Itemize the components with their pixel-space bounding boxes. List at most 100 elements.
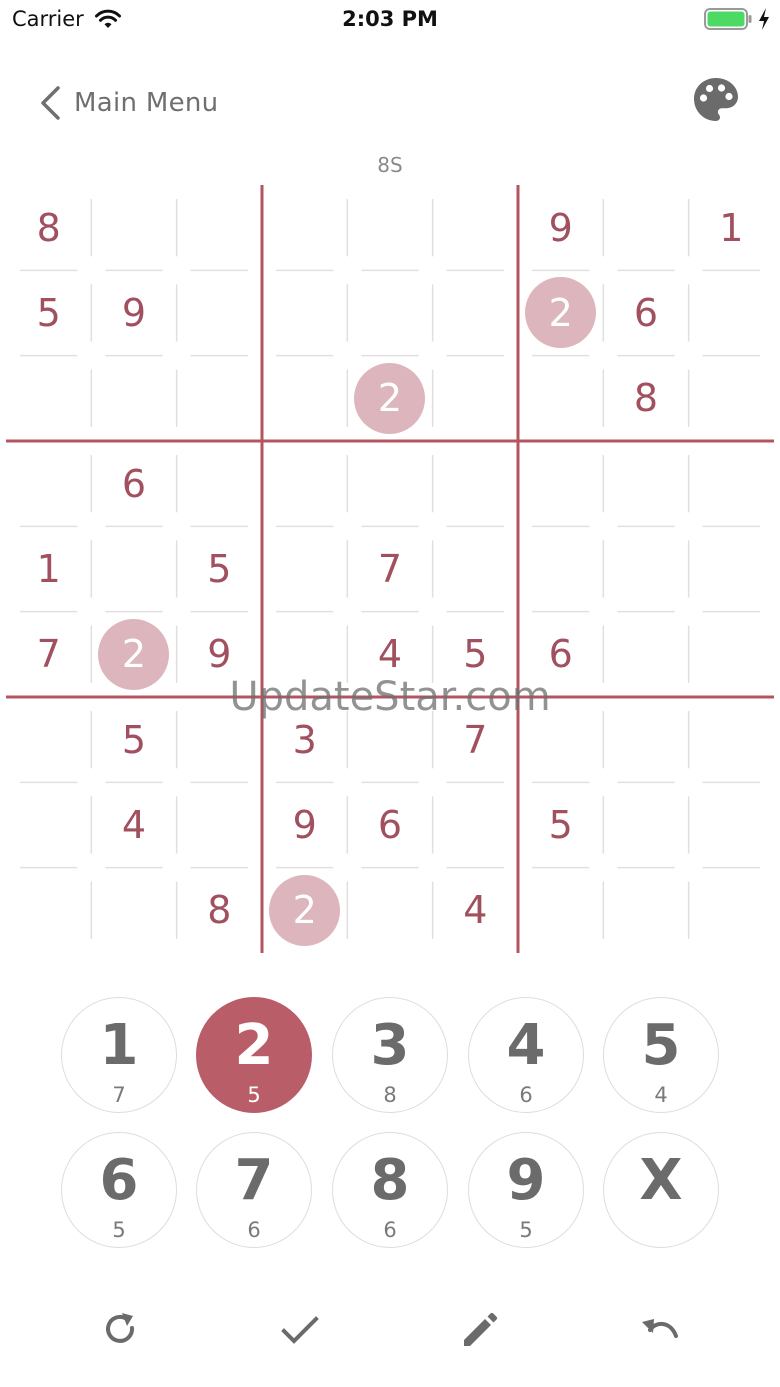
board-cell[interactable] (603, 868, 688, 953)
board-cell[interactable] (603, 612, 688, 697)
board-cell[interactable] (347, 441, 432, 526)
board-cell[interactable] (6, 441, 91, 526)
board-cell[interactable]: 5 (6, 270, 91, 355)
digit-key-6[interactable]: 65 (61, 1132, 177, 1248)
board-cell[interactable] (433, 782, 518, 867)
board-cell[interactable]: 4 (91, 782, 176, 867)
digit-key-3[interactable]: 38 (332, 997, 448, 1113)
board-cell[interactable]: 6 (603, 270, 688, 355)
board-cell[interactable] (603, 441, 688, 526)
board-cell[interactable] (603, 185, 688, 270)
board-cell[interactable] (347, 697, 432, 782)
board-cell[interactable] (689, 612, 774, 697)
board-cell[interactable] (518, 697, 603, 782)
board-cell[interactable] (262, 356, 347, 441)
board-cell[interactable] (6, 356, 91, 441)
theme-palette-button[interactable] (690, 74, 742, 126)
board-cell[interactable] (262, 612, 347, 697)
digit-key-2[interactable]: 25 (196, 997, 312, 1113)
digit-key-5[interactable]: 54 (603, 997, 719, 1113)
board-cell[interactable] (518, 868, 603, 953)
cell-value: 1 (36, 546, 61, 591)
board-cell[interactable]: 1 (6, 526, 91, 611)
board-cell[interactable] (91, 526, 176, 611)
board-cell[interactable] (603, 526, 688, 611)
board-cell[interactable]: 4 (347, 612, 432, 697)
board-cell[interactable] (347, 185, 432, 270)
board-cell[interactable]: 2 (347, 356, 432, 441)
back-to-main-menu-button[interactable]: Main Menu (36, 82, 218, 124)
board-cell[interactable] (262, 441, 347, 526)
board-cell[interactable] (347, 270, 432, 355)
board-cell[interactable]: 6 (347, 782, 432, 867)
board-cell[interactable] (177, 782, 262, 867)
erase-key[interactable]: X (603, 1132, 719, 1248)
board-cell[interactable]: 7 (6, 612, 91, 697)
board-cell[interactable]: 7 (347, 526, 432, 611)
board-cell[interactable] (262, 185, 347, 270)
board-cell[interactable] (433, 526, 518, 611)
board-cell[interactable] (603, 782, 688, 867)
board-cell[interactable]: 5 (518, 782, 603, 867)
board-cell[interactable]: 5 (177, 526, 262, 611)
board-cell[interactable]: 9 (262, 782, 347, 867)
board-cell[interactable] (518, 526, 603, 611)
board-cell[interactable] (262, 270, 347, 355)
board-cell[interactable]: 3 (262, 697, 347, 782)
board-cell[interactable] (689, 697, 774, 782)
board-cell[interactable]: 9 (518, 185, 603, 270)
board-cell[interactable]: 1 (689, 185, 774, 270)
restart-button[interactable] (98, 1308, 142, 1352)
board-cell[interactable] (689, 270, 774, 355)
board-cell[interactable] (91, 868, 176, 953)
board-cell[interactable] (177, 356, 262, 441)
board-cell[interactable] (603, 697, 688, 782)
board-cell[interactable]: 4 (433, 868, 518, 953)
board-cell[interactable] (6, 782, 91, 867)
board-cell[interactable] (433, 270, 518, 355)
board-cell[interactable] (6, 697, 91, 782)
board-cell[interactable]: 8 (603, 356, 688, 441)
check-button[interactable] (278, 1308, 322, 1352)
board-cell[interactable]: 2 (518, 270, 603, 355)
board-cell[interactable] (689, 782, 774, 867)
board-cell[interactable]: 2 (91, 612, 176, 697)
board-cell[interactable] (91, 185, 176, 270)
board-cell[interactable]: 5 (433, 612, 518, 697)
board-cell[interactable]: 9 (91, 270, 176, 355)
board-cell[interactable] (433, 441, 518, 526)
board-cell[interactable] (177, 441, 262, 526)
digit-key-4[interactable]: 46 (468, 997, 584, 1113)
key-label: X (639, 1148, 683, 1213)
board-cell[interactable] (91, 356, 176, 441)
board-cell[interactable] (177, 270, 262, 355)
digit-key-9[interactable]: 95 (468, 1132, 584, 1248)
board-cell[interactable] (689, 441, 774, 526)
board-cell[interactable] (262, 526, 347, 611)
board-cell[interactable] (433, 356, 518, 441)
board-cell[interactable]: 6 (518, 612, 603, 697)
digit-key-7[interactable]: 76 (196, 1132, 312, 1248)
board-cell[interactable]: 8 (177, 868, 262, 953)
digit-key-8[interactable]: 86 (332, 1132, 448, 1248)
board-cell[interactable] (518, 356, 603, 441)
digit-key-1[interactable]: 17 (61, 997, 177, 1113)
board-cell[interactable]: 7 (433, 697, 518, 782)
board-cell[interactable] (689, 526, 774, 611)
undo-button[interactable] (638, 1308, 682, 1352)
board-cell[interactable] (6, 868, 91, 953)
board-cell[interactable]: 8 (6, 185, 91, 270)
board-cell[interactable] (689, 356, 774, 441)
board-cell[interactable] (433, 185, 518, 270)
board-cell[interactable]: 6 (91, 441, 176, 526)
board-cell[interactable]: 9 (177, 612, 262, 697)
pencil-notes-button[interactable] (458, 1308, 502, 1352)
board-cell[interactable] (689, 868, 774, 953)
board-cell[interactable] (177, 185, 262, 270)
key-label: 9 (506, 1148, 546, 1213)
board-cell[interactable] (347, 868, 432, 953)
board-cell[interactable]: 2 (262, 868, 347, 953)
board-cell[interactable] (518, 441, 603, 526)
board-cell[interactable] (177, 697, 262, 782)
board-cell[interactable]: 5 (91, 697, 176, 782)
